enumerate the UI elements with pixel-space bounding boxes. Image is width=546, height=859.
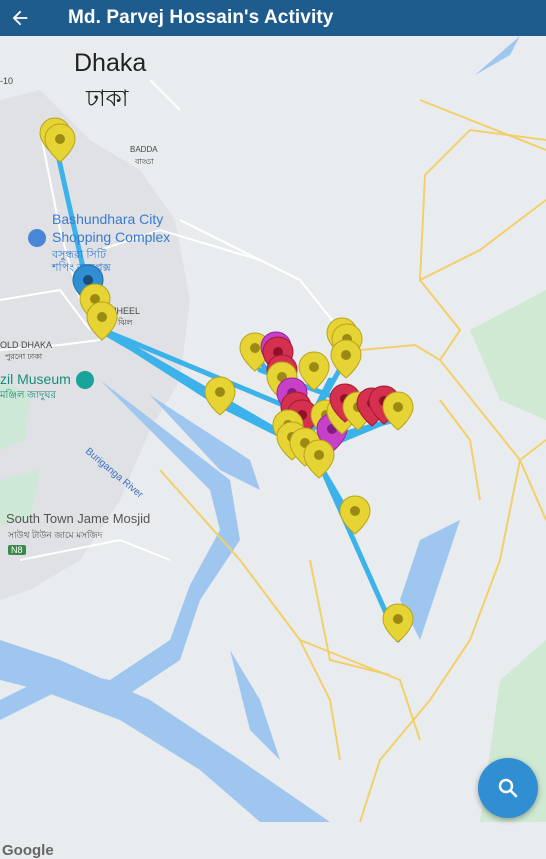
google-attribution: Google [2, 842, 54, 859]
map-marker[interactable] [339, 495, 371, 535]
map-marker[interactable] [382, 603, 414, 643]
map-view[interactable]: Dhaka ঢাকা BADDA বাড্ডা -10 Bashundhara … [0, 36, 546, 859]
map-marker[interactable] [330, 339, 362, 379]
marker-layer [39, 117, 414, 643]
map-marker[interactable] [303, 439, 335, 479]
map-marker[interactable] [86, 301, 118, 341]
search-button[interactable] [478, 758, 538, 818]
map-marker[interactable] [204, 376, 236, 416]
page-title: Md. Parvej Hossain's Activity [68, 7, 334, 28]
map-marker[interactable] [44, 123, 76, 163]
map-marker[interactable] [382, 391, 414, 431]
app-bar: Md. Parvej Hossain's Activity [0, 0, 546, 36]
arrow-left-icon [12, 10, 28, 26]
back-button[interactable] [0, 0, 40, 36]
search-icon [498, 778, 518, 798]
